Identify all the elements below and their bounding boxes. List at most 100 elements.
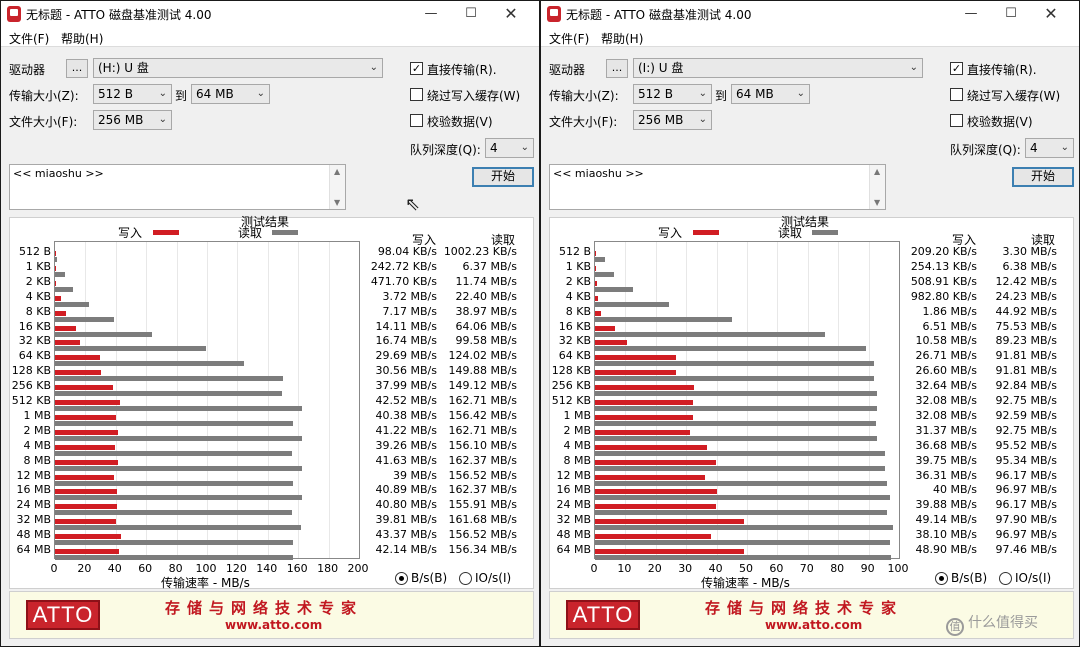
description-textarea[interactable]: << miaoshu >> ▲ ▼ [549,164,886,210]
bytes-per-sec-radio[interactable] [395,572,408,585]
window-title: 无标题 - ATTO 磁盘基准测试 4.00 [566,8,752,22]
write-value: 37.99 MB/s [375,379,437,393]
banner-website-link[interactable]: www.atto.com [225,618,322,632]
write-value: 36.31 MB/s [915,468,977,482]
title-bar[interactable]: 无标题 - ATTO 磁盘基准测试 4.00 — ☐ ✕ [541,1,1079,27]
atto-banner[interactable]: ATTO 存储与网络技术专家 www.atto.com [9,591,534,639]
read-bar [55,465,302,471]
transfer-to-select[interactable]: 64 MB ⌄ [191,84,270,104]
direct-io-label[interactable]: 直接传输(R). [967,61,1037,78]
io-per-sec-label[interactable]: IO/s(I) [1015,571,1051,585]
title-bar[interactable]: 无标题 - ATTO 磁盘基准测试 4.00 — ☐ ✕ [1,1,539,27]
write-value: 471.70 KB/s [370,274,437,288]
verify-data-checkbox[interactable] [410,114,423,127]
y-tick-label: 64 KB [558,349,591,363]
bypass-cache-label[interactable]: 绕过写入缓存(W) [967,87,1060,104]
scroll-down-icon[interactable]: ▼ [334,198,340,207]
description-textarea[interactable]: << miaoshu >> ▲ ▼ [9,164,346,210]
legend-write-label: 写入 [118,226,143,240]
bytes-per-sec-label[interactable]: B/s(B) [411,571,447,585]
transfer-from-select[interactable]: 512 B ⌄ [93,84,172,104]
y-tick-label: 8 MB [563,453,591,467]
read-value: 162.37 MB/s [448,453,517,467]
read-bar [55,271,65,277]
menu-file[interactable]: 文件(F) [549,30,589,47]
bytes-per-sec-label[interactable]: B/s(B) [951,571,987,585]
y-tick-label: 2 MB [23,423,51,437]
close-button[interactable]: ✕ [491,1,531,27]
y-tick-label: 2 KB [25,274,51,288]
write-bar [595,310,601,316]
menu-help[interactable]: 帮助(H) [601,30,643,47]
bypass-cache-checkbox[interactable] [410,88,423,101]
minimize-button[interactable]: — [411,1,451,27]
queue-depth-select[interactable]: 4 ⌄ [1025,138,1074,158]
write-value: 10.58 MB/s [915,334,977,348]
direct-io-label[interactable]: 直接传输(R). [427,61,497,78]
write-value: 36.68 MB/s [915,438,977,452]
maximize-button[interactable]: ☐ [991,1,1031,27]
drive-select[interactable]: (H:) U 盘 ⌄ [93,58,383,78]
direct-io-checkbox[interactable]: ✓ [950,62,963,75]
banner-website-link[interactable]: www.atto.com [765,618,862,632]
read-value: 3.30 MB/s [1002,245,1057,258]
file-size-label: 文件大小(F): [549,115,618,129]
file-size-select[interactable]: 256 MB ⌄ [93,110,172,130]
file-size-select[interactable]: 256 MB ⌄ [633,110,712,130]
close-button[interactable]: ✕ [1031,1,1071,27]
minimize-button[interactable]: — [951,1,991,27]
maximize-button[interactable]: ☐ [451,1,491,27]
legend-write-label: 写入 [658,226,683,240]
write-bar [595,519,745,525]
transfer-to-select[interactable]: 64 MB ⌄ [731,84,810,104]
write-bar [595,444,707,450]
y-tick-label: 32 KB [18,334,51,348]
bypass-cache-label[interactable]: 绕过写入缓存(W) [427,87,520,104]
browse-button[interactable]: ... [606,59,628,78]
queue-depth-label: 队列深度(Q): [950,143,1021,157]
y-tick-label: 8 MB [23,453,51,467]
read-value: 6.38 MB/s [1002,259,1057,273]
verify-data-label[interactable]: 校验数据(V) [967,113,1033,130]
write-value: 16.74 MB/s [375,334,437,348]
read-value: 162.37 MB/s [448,483,517,497]
io-per-sec-radio[interactable] [459,572,472,585]
y-tick-label: 2 KB [565,274,591,288]
menu-file[interactable]: 文件(F) [9,30,49,47]
write-bar [55,429,118,435]
queue-depth-select[interactable]: 4 ⌄ [485,138,534,158]
start-button[interactable]: 开始 [1012,167,1074,187]
y-tick-label: 4 MB [563,438,591,452]
write-value: 254.13 KB/s [910,259,977,273]
y-tick-label: 2 MB [563,423,591,437]
y-tick-label: 256 KB [11,379,51,393]
read-value: 96.97 MB/s [995,528,1057,542]
description-scrollbar[interactable]: ▲ ▼ [869,165,885,209]
menu-help[interactable]: 帮助(H) [61,30,103,47]
x-tick-label: 100 [887,562,909,575]
read-value: 96.17 MB/s [995,468,1057,482]
scroll-up-icon[interactable]: ▲ [334,167,340,176]
scroll-down-icon[interactable]: ▼ [874,198,880,207]
scroll-up-icon[interactable]: ▲ [874,167,880,176]
description-scrollbar[interactable]: ▲ ▼ [329,165,345,209]
verify-data-label[interactable]: 校验数据(V) [427,113,493,130]
browse-button[interactable]: ... [66,59,88,78]
bytes-per-sec-radio[interactable] [935,572,948,585]
y-tick-label: 128 KB [551,364,591,378]
verify-data-checkbox[interactable] [950,114,963,127]
read-bar [55,316,115,322]
write-bar [595,504,717,510]
bypass-cache-checkbox[interactable] [950,88,963,101]
read-value: 92.84 MB/s [995,379,1057,393]
transfer-from-select[interactable]: 512 B ⌄ [633,84,712,104]
read-bar [595,555,892,560]
io-per-sec-radio[interactable] [999,572,1012,585]
io-per-sec-label[interactable]: IO/s(I) [475,571,511,585]
drive-select[interactable]: (I:) U 盘 ⌄ [633,58,923,78]
write-value: 49.14 MB/s [915,513,977,527]
direct-io-checkbox[interactable]: ✓ [410,62,423,75]
start-button[interactable]: 开始 [472,167,534,187]
x-tick-label: 70 [799,562,814,575]
read-bar [595,406,877,411]
